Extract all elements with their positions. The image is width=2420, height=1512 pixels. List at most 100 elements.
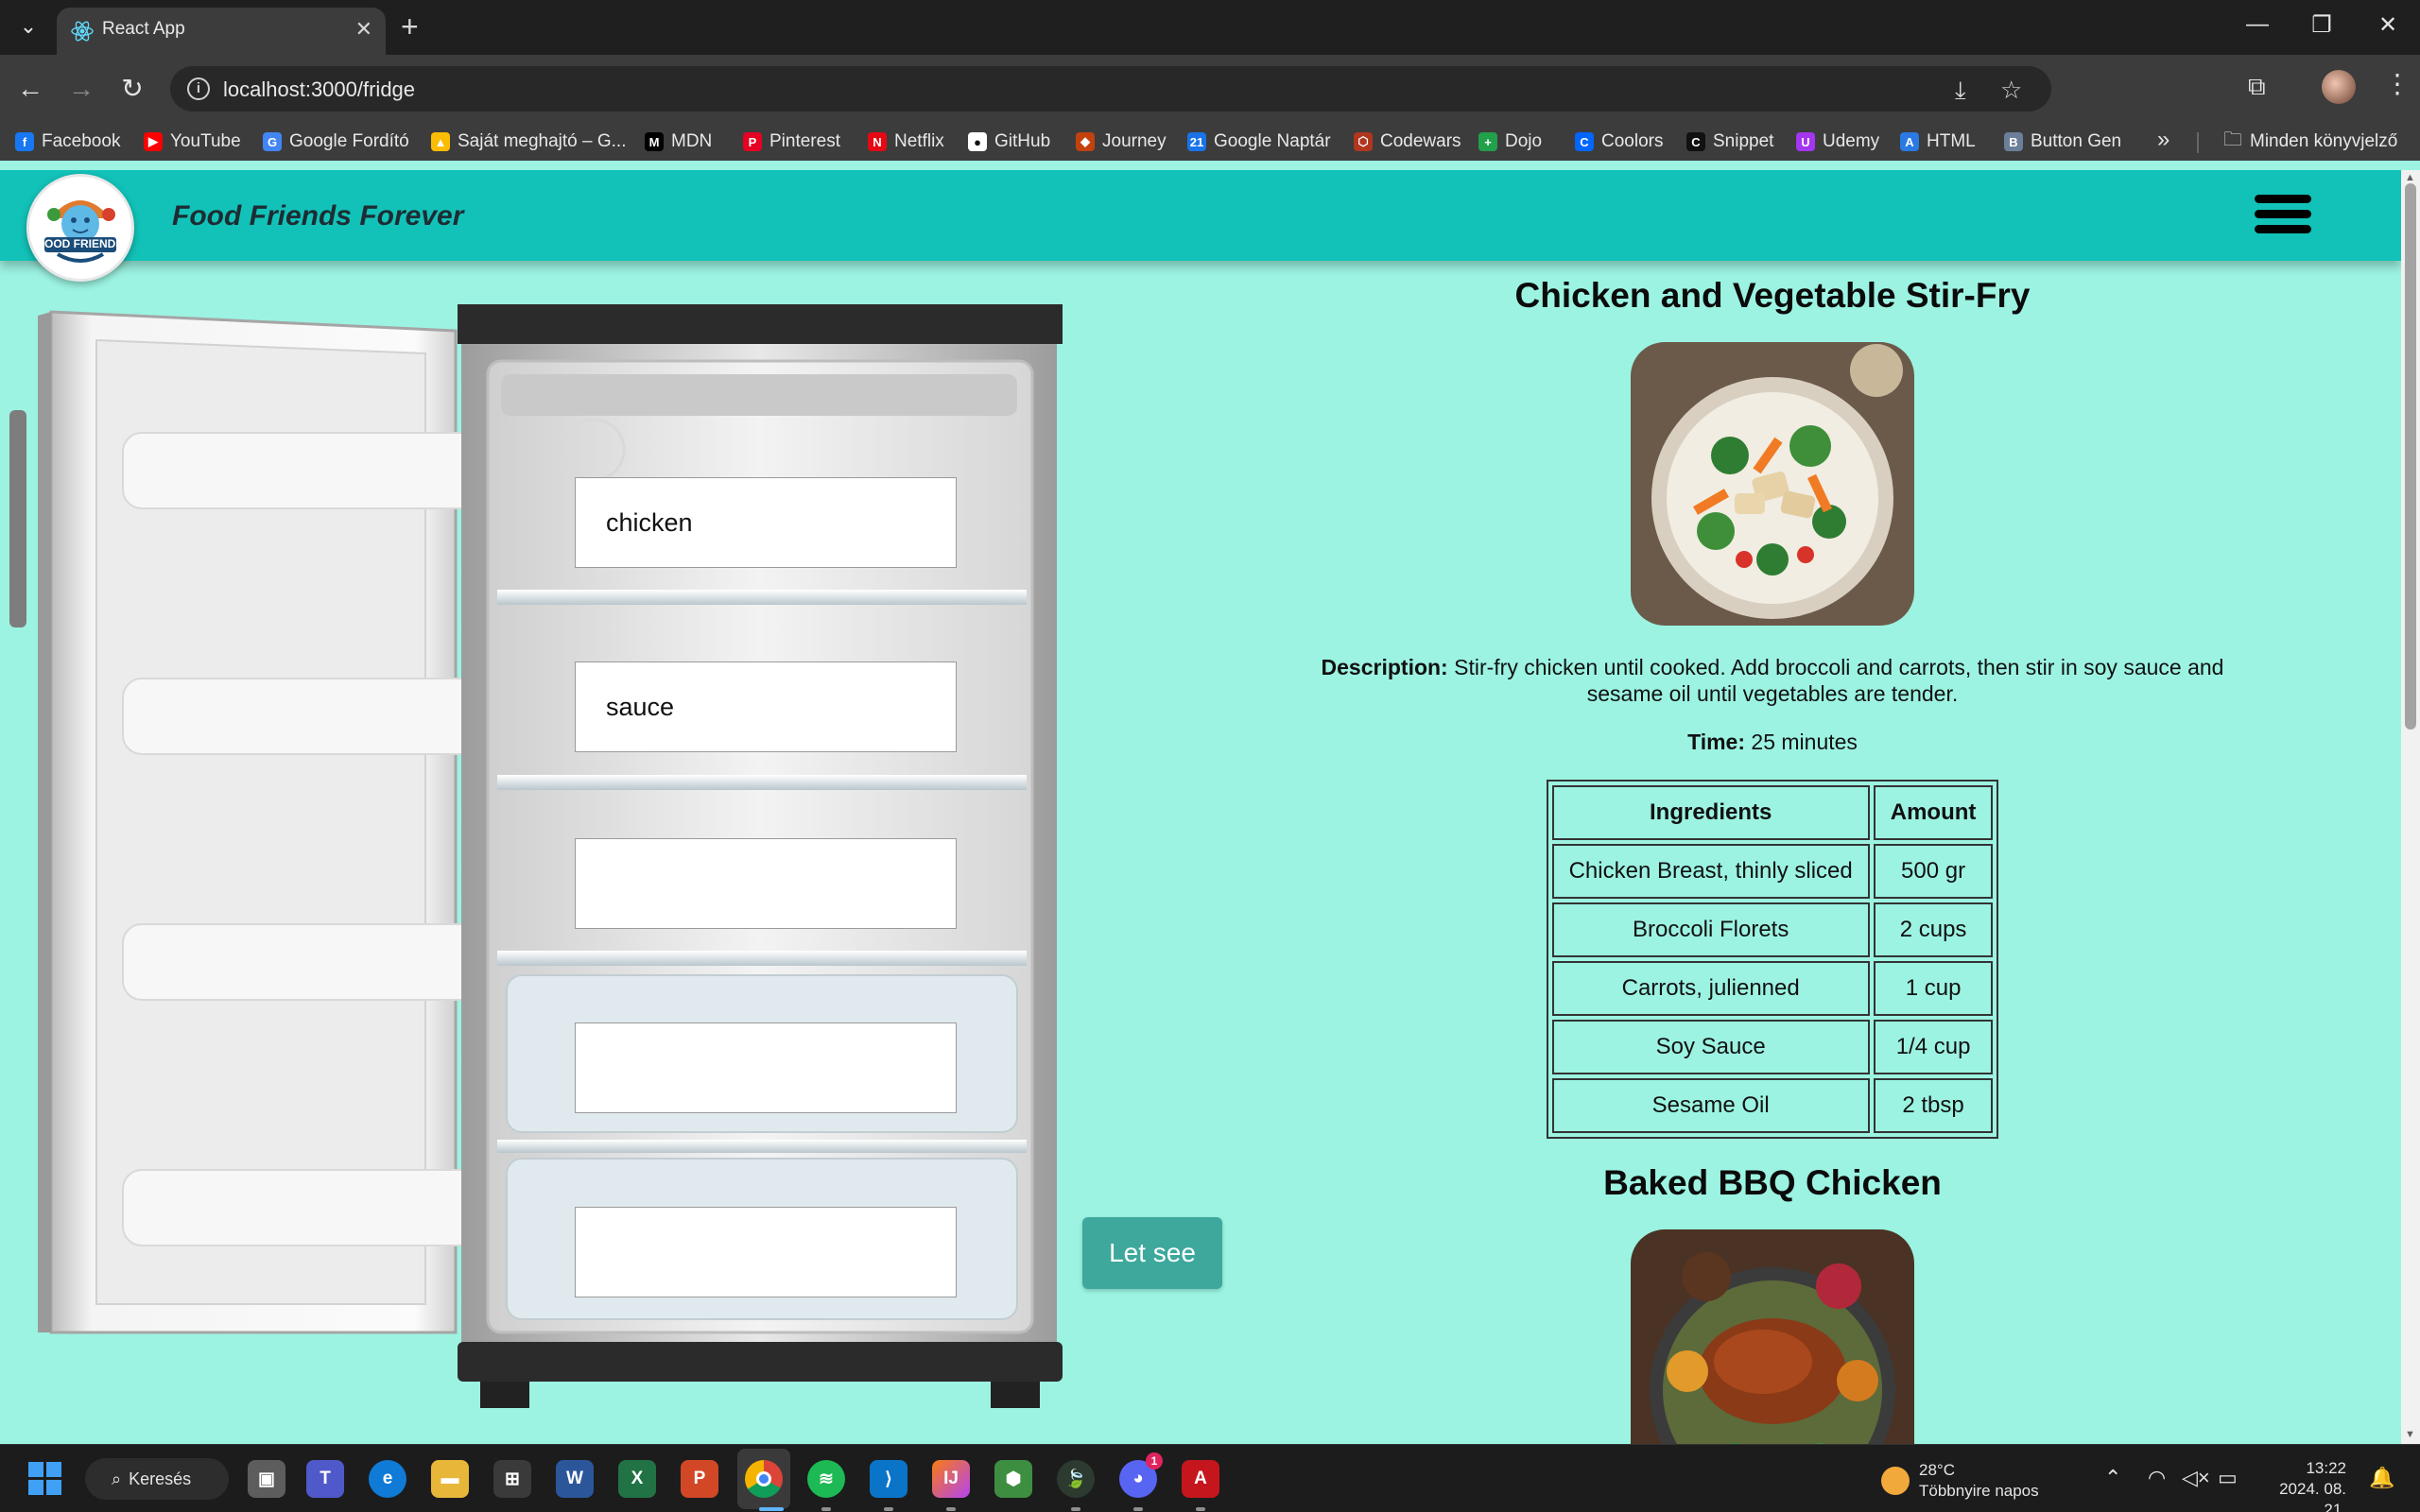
- bookmark-item[interactable]: ⬡ Codewars: [1354, 129, 1461, 155]
- intellij-icon[interactable]: IJ: [932, 1460, 970, 1498]
- table-row: Chicken Breast, thinly sliced 500 gr: [1551, 844, 1994, 899]
- bookmark-favicon-icon: G: [263, 132, 282, 151]
- acrobat-icon[interactable]: A: [1182, 1460, 1219, 1498]
- brand-title[interactable]: Food Friends Forever: [172, 200, 463, 232]
- bookmark-favicon-icon: C: [1575, 132, 1594, 151]
- bookmark-item[interactable]: M MDN: [645, 129, 712, 155]
- let-see-button[interactable]: Let see: [1082, 1217, 1222, 1289]
- microsoft-store-icon[interactable]: ⊞: [493, 1460, 531, 1498]
- hamburger-menu-icon[interactable]: [2255, 195, 2311, 238]
- bookmark-item[interactable]: U Udemy: [1796, 129, 1879, 155]
- ingredient-input-1[interactable]: [575, 477, 957, 568]
- show-hidden-icons-icon[interactable]: ⌃: [2104, 1466, 2121, 1490]
- new-tab-button[interactable]: +: [401, 9, 419, 43]
- tab-title: React App: [102, 19, 185, 39]
- close-window-icon[interactable]: ✕: [2369, 11, 2407, 39]
- column-header-ingredients: Ingredients: [1551, 785, 1870, 840]
- weather-widget[interactable]: 28°C Többnyire napos: [1881, 1460, 2039, 1502]
- bookmark-item[interactable]: C Coolors: [1575, 129, 1663, 155]
- scroll-up-icon[interactable]: ▲: [2405, 172, 2415, 183]
- more-bookmarks-icon[interactable]: »: [2157, 127, 2169, 153]
- vscode-icon[interactable]: ⟩: [870, 1460, 908, 1498]
- page-scrollbar[interactable]: ▲ ▼: [2401, 170, 2420, 1444]
- mongodb-icon[interactable]: 🍃: [1057, 1460, 1095, 1498]
- site-logo[interactable]: FOOD FRIENDS: [26, 174, 134, 282]
- notification-bell-icon[interactable]: 🔔: [2369, 1466, 2394, 1490]
- bookmark-item[interactable]: ▶ YouTube: [144, 129, 241, 155]
- bookmark-item[interactable]: + Dojo: [1478, 129, 1542, 155]
- address-bar[interactable]: i localhost:3000/fridge ⤓ ☆: [170, 66, 2051, 112]
- bookmark-item[interactable]: G Google Fordító: [263, 129, 409, 155]
- windows-start-icon[interactable]: [28, 1462, 62, 1496]
- running-indicator: [1196, 1507, 1205, 1511]
- bookmark-item[interactable]: B Button Gen: [2004, 129, 2121, 155]
- ingredient-input-2[interactable]: [575, 662, 957, 752]
- taskbar-clock[interactable]: 13:22 2024. 08. 21.: [2259, 1458, 2346, 1512]
- os-taskbar: ⌕ Keresés ▣ T e ▬ ⊞ W X P ≋ ⟩ IJ ⬢ 🍃 ◕ 1…: [0, 1444, 2420, 1512]
- bookmark-favicon-icon: M: [645, 132, 664, 151]
- powerpoint-icon[interactable]: P: [681, 1460, 718, 1498]
- browser-tab[interactable]: React App ✕: [57, 8, 386, 55]
- volume-muted-icon[interactable]: ◁×: [2182, 1466, 2210, 1490]
- bookmark-item[interactable]: N Netflix: [868, 129, 944, 155]
- install-app-icon[interactable]: ⤓: [1955, 76, 1966, 106]
- ingredient-amount: 500 gr: [1873, 844, 1994, 899]
- column-header-amount: Amount: [1873, 785, 1994, 840]
- bookmark-item[interactable]: 21 Google Naptár: [1187, 129, 1331, 155]
- bookmark-favicon-icon: P: [743, 132, 762, 151]
- word-icon[interactable]: W: [556, 1460, 594, 1498]
- ingredient-input-5[interactable]: [575, 1207, 957, 1297]
- chrome-icon[interactable]: [745, 1460, 783, 1498]
- bookmark-item[interactable]: f Facebook: [15, 129, 120, 155]
- back-icon[interactable]: ←: [11, 70, 49, 108]
- bookmark-item[interactable]: ▲ Saját meghajtó – G...: [431, 129, 627, 155]
- ingredient-name: Broccoli Florets: [1551, 902, 1870, 957]
- close-tab-icon[interactable]: ✕: [355, 17, 372, 42]
- table-row: Soy Sauce 1/4 cup: [1551, 1020, 1994, 1074]
- bookmark-item[interactable]: A HTML: [1900, 129, 1976, 155]
- bookmark-item[interactable]: ● GitHub: [968, 129, 1050, 155]
- node-icon[interactable]: ⬢: [994, 1460, 1032, 1498]
- recipe-time: Time: 25 minutes: [1687, 730, 1858, 754]
- all-bookmarks-folder[interactable]: 🗀 Minden könyvjelző: [2223, 129, 2397, 155]
- minimize-icon[interactable]: —: [2238, 11, 2276, 38]
- bookmark-item[interactable]: C Snippet: [1686, 129, 1773, 155]
- site-info-icon[interactable]: i: [187, 77, 210, 100]
- bookmark-star-icon[interactable]: ☆: [2000, 76, 2022, 105]
- bookmark-favicon-icon: B: [2004, 132, 2023, 151]
- weather-sun-icon: [1881, 1467, 1910, 1495]
- ingredient-input-3[interactable]: [575, 838, 957, 929]
- scrollbar-thumb[interactable]: [2405, 183, 2416, 730]
- bbq-chicken-image: [1631, 1229, 1914, 1444]
- menu-kebab-icon[interactable]: ⋮: [2384, 68, 2411, 99]
- scroll-down-icon[interactable]: ▼: [2405, 1429, 2415, 1440]
- tab-search-button[interactable]: ⌄: [11, 9, 45, 43]
- battery-icon[interactable]: ▭: [2218, 1466, 2238, 1490]
- teams-icon[interactable]: T: [306, 1460, 344, 1498]
- bookmark-item[interactable]: P Pinterest: [743, 129, 840, 155]
- ingredient-input-4[interactable]: [575, 1022, 957, 1113]
- ingredient-amount: 2 cups: [1873, 902, 1994, 957]
- taskbar-search[interactable]: ⌕ Keresés: [85, 1458, 229, 1500]
- bookmark-item[interactable]: ◆ Journey: [1076, 129, 1167, 155]
- forward-icon[interactable]: →: [62, 70, 100, 108]
- ingredient-name: Chicken Breast, thinly sliced: [1551, 844, 1870, 899]
- edge-icon[interactable]: e: [369, 1460, 406, 1498]
- bookmark-label: Button Gen: [2031, 131, 2122, 151]
- react-icon: [71, 21, 94, 42]
- wifi-icon[interactable]: ◠: [2148, 1466, 2166, 1490]
- extensions-icon[interactable]: ⧉: [2248, 72, 2266, 102]
- profile-avatar[interactable]: [2322, 70, 2356, 104]
- restore-icon[interactable]: ❐: [2303, 11, 2341, 39]
- ingredient-name: Sesame Oil: [1551, 1078, 1870, 1133]
- discord-badge: 1: [1146, 1452, 1163, 1469]
- reload-icon[interactable]: ↻: [113, 70, 151, 108]
- task-view-icon[interactable]: ▣: [248, 1460, 285, 1498]
- url-text[interactable]: localhost:3000/fridge: [223, 77, 415, 102]
- weather-temp: 28°C: [1919, 1461, 1955, 1479]
- excel-icon[interactable]: X: [618, 1460, 656, 1498]
- spotify-icon[interactable]: ≋: [807, 1460, 845, 1498]
- file-explorer-icon[interactable]: ▬: [431, 1460, 469, 1498]
- bookmark-favicon-icon: ▶: [144, 132, 163, 151]
- discord-icon[interactable]: ◕ 1: [1119, 1452, 1163, 1498]
